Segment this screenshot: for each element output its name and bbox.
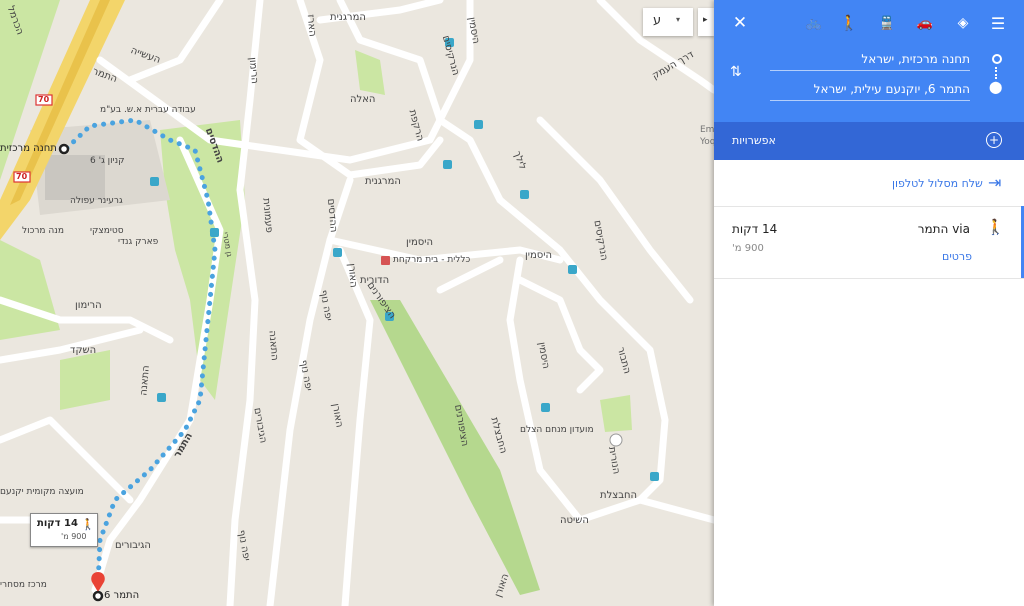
- swap-icon[interactable]: ⇅: [730, 64, 742, 80]
- layer-label: ע: [653, 13, 662, 28]
- street-label: הארז: [304, 13, 318, 38]
- street-label: המרגנית: [365, 176, 401, 187]
- street-label: החבצלת: [600, 490, 638, 501]
- chevron-right-icon: ▸: [703, 15, 708, 25]
- street-label: היסמין: [525, 250, 553, 261]
- place-label: Yoqn: [700, 137, 714, 147]
- options-bar[interactable]: + אפשרויות: [714, 122, 1024, 160]
- route-dots-icon: [995, 67, 999, 79]
- walk-icon: 🚶: [81, 518, 95, 531]
- origin-dot-icon: [992, 54, 1002, 64]
- poi-label: עבודה עברית א.ש. בע"מ: [100, 105, 196, 115]
- street-label: המרגנית: [330, 12, 366, 23]
- route-duration: 14 דקות: [732, 222, 778, 236]
- route-callout[interactable]: 14 דקות 900 מ' 🚶: [30, 513, 98, 547]
- destination-marker: [92, 590, 104, 602]
- park-area: [355, 50, 385, 95]
- street-label: האורן: [345, 262, 359, 289]
- place-label: Emel: [700, 125, 714, 135]
- options-label: אפשרויות: [732, 134, 776, 147]
- poi-label: קניון ג' 6: [90, 156, 125, 166]
- park-area: [600, 395, 632, 432]
- street-label: הרימון: [246, 56, 260, 85]
- directions-header: ✕ 🚲 🚶 🚆 🚗 ◈ ☰ תחנה מרכזית, ישראל התמר 6,…: [714, 0, 1024, 122]
- pharmacy-icon: [381, 256, 390, 265]
- highway-shield-label: 70: [16, 172, 28, 181]
- poi-label: מועדון מנחם הצלם: [520, 425, 594, 435]
- poi-icon: [609, 433, 623, 447]
- route-details-link[interactable]: פרטים: [942, 250, 972, 263]
- send-to-phone-label: שלח מסלול לטלפון: [892, 177, 983, 190]
- poi-label: פארק גנדי: [118, 237, 159, 247]
- highway-shield-label: 70: [38, 95, 50, 104]
- walk-icon[interactable]: 🚶: [837, 12, 861, 34]
- collapse-panel-button[interactable]: ▸: [698, 8, 714, 36]
- poi-label: גרעינר עפולה: [70, 196, 123, 206]
- origin-field[interactable]: תחנה מרכזית, ישראל: [770, 48, 970, 71]
- car-icon[interactable]: 🚗: [913, 12, 937, 34]
- route-via: via התמר: [918, 222, 970, 236]
- destination-pin-icon: ⬤: [989, 80, 1003, 94]
- park-area: [0, 240, 60, 340]
- pharmacy-label: כללית - בית מרקחת: [393, 255, 471, 265]
- bicycle-icon[interactable]: 🚲: [802, 12, 826, 34]
- street-label: הגיבורים: [115, 540, 151, 551]
- park-area: [60, 350, 110, 410]
- route-callout-duration: 14 דקות: [37, 518, 78, 529]
- menu-icon[interactable]: ☰: [986, 12, 1010, 34]
- chevron-down-icon: ▾: [676, 15, 681, 24]
- send-to-phone-icon: ⇥: [988, 173, 1002, 192]
- route-callout-distance: 900 מ': [61, 532, 87, 541]
- destination-field[interactable]: התמר 6, יוקנעם עילית, ישראל: [770, 78, 970, 101]
- street-label: האלה: [350, 94, 376, 105]
- transit-icon[interactable]: 🚆: [875, 12, 899, 34]
- poi-label: מנה מרכול: [22, 226, 64, 236]
- layer-selector[interactable]: ע ▾: [643, 8, 693, 36]
- route-via-prefix: via: [952, 222, 970, 236]
- street-label: היסמין: [406, 237, 434, 248]
- add-icon[interactable]: +: [986, 132, 1002, 148]
- street-label: הרימון: [75, 300, 102, 311]
- route-via-street: התמר: [917, 222, 949, 236]
- street-label: השיטה: [560, 515, 589, 526]
- map-canvas[interactable]: 70 70 הכרמל התמר העשייה עבודה עברית א.ש.…: [0, 0, 714, 606]
- route-distance: 900 מ': [732, 243, 764, 254]
- poi-label: מרכז מסחרי: [0, 580, 47, 590]
- origin-label: תחנה מרכזית: [0, 143, 57, 154]
- destination-label: התמר 6: [104, 590, 140, 601]
- poi-label: סטימצקי: [90, 226, 124, 236]
- route-option[interactable]: 🚶 via התמר 14 דקות 900 מ' פרטים: [714, 206, 1024, 279]
- send-to-phone-row[interactable]: ⇥ שלח מסלול לטלפון: [714, 160, 1024, 207]
- street-label: השקד: [70, 345, 97, 356]
- origin-marker: [58, 143, 70, 155]
- directions-icon[interactable]: ◈: [951, 12, 975, 34]
- walk-icon: 🚶: [986, 218, 1005, 236]
- map-base: [0, 0, 714, 606]
- close-icon[interactable]: ✕: [728, 12, 752, 34]
- poi-label: מועצה מקומית יקנעם: [0, 487, 84, 497]
- directions-panel: ✕ 🚲 🚶 🚆 🚗 ◈ ☰ תחנה מרכזית, ישראל התמר 6,…: [714, 0, 1024, 606]
